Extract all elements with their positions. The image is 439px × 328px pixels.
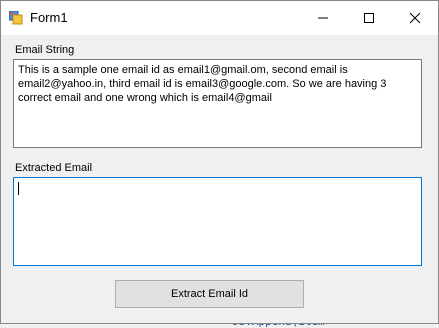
minimize-button[interactable]: [300, 1, 346, 35]
form-window: Form1 Email String This is a sample one …: [0, 0, 439, 324]
form-app-icon: [9, 11, 23, 25]
text-caret: [18, 182, 19, 195]
email-string-label: Email String: [15, 44, 75, 56]
maximize-icon: [364, 13, 374, 23]
email-string-text: This is a sample one email id as email1@…: [18, 64, 387, 104]
window-title: Form1: [30, 10, 68, 25]
close-button[interactable]: [392, 1, 438, 35]
close-icon: [409, 12, 421, 24]
maximize-button[interactable]: [346, 1, 392, 35]
extracted-email-textbox[interactable]: [13, 177, 422, 266]
title-bar[interactable]: Form1: [1, 1, 438, 35]
extract-email-button[interactable]: Extract Email Id: [115, 280, 304, 308]
extracted-email-label: Extracted Email: [15, 162, 93, 174]
minimize-icon: [318, 17, 328, 19]
email-string-textbox[interactable]: This is a sample one email id as email1@…: [13, 59, 422, 148]
